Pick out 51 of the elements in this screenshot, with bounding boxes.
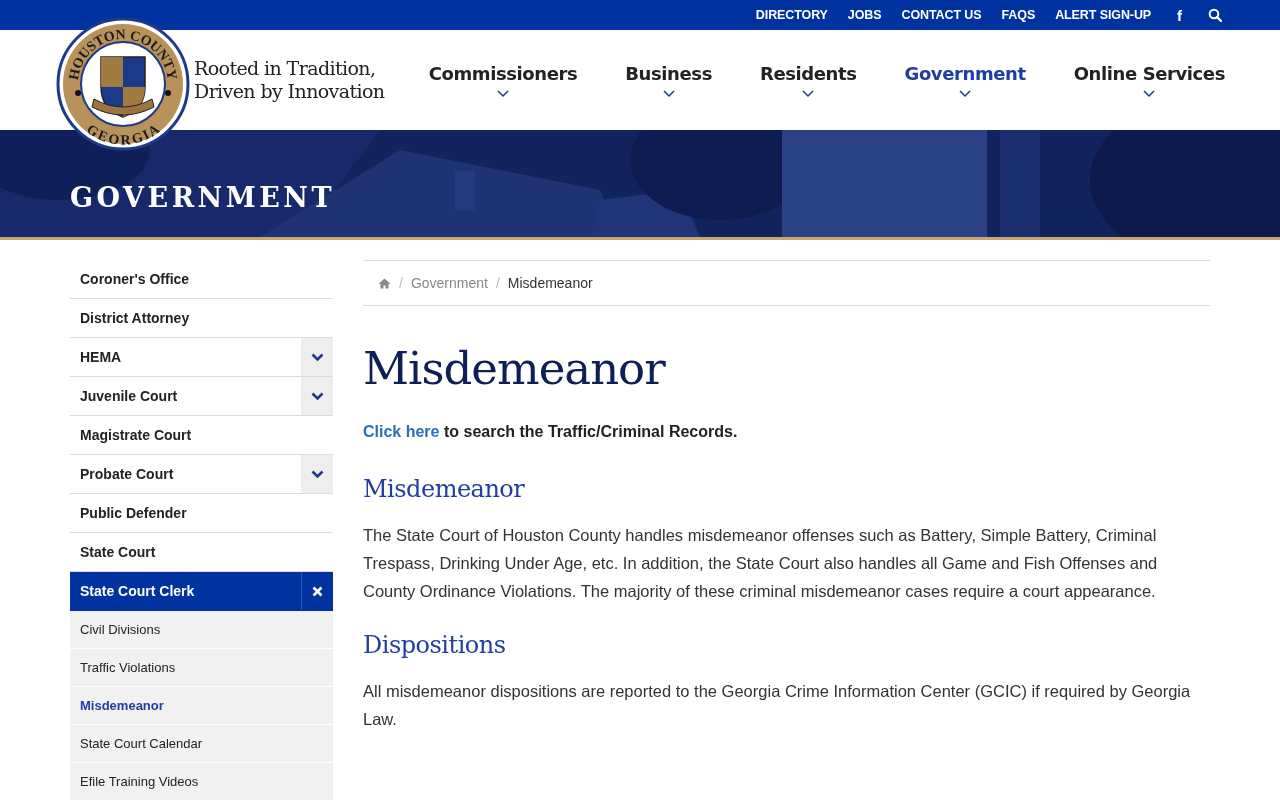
sidebar-item[interactable]: State Court xyxy=(70,533,333,571)
nav-item[interactable]: Commissioners xyxy=(428,62,578,98)
top-link[interactable]: FAQS xyxy=(1001,8,1036,22)
sidebar-item[interactable]: Coroner's Office xyxy=(70,260,333,298)
chevron-down-icon xyxy=(310,391,324,401)
expand-toggle[interactable] xyxy=(301,377,333,415)
home-icon[interactable] xyxy=(378,277,391,289)
nav-item[interactable]: Government xyxy=(904,62,1026,98)
top-link[interactable]: ALERT SIGN-UP xyxy=(1055,8,1152,22)
sidebar-subitem[interactable]: State Court Calendar xyxy=(70,725,333,763)
sidebar-subitem[interactable]: Efile Training Videos xyxy=(70,763,333,800)
breadcrumb-separator: / xyxy=(399,275,403,291)
expand-toggle[interactable] xyxy=(301,455,333,493)
section-text: All misdemeanor dispositions are reported to the Georgia Crime Information Center (GCIC) if required by Georgia Law. xyxy=(363,681,1192,730)
nav-item[interactable]: Residents xyxy=(759,62,857,98)
chevron-down-icon xyxy=(310,352,324,362)
breadcrumb-current: Misdemeanor xyxy=(507,275,593,291)
facebook-link[interactable]: f xyxy=(1177,6,1182,24)
section-text: The State Court of Houston County handles misdemeanor offenses such as Battery, Simple Battery, Criminal Trespass, Drinking Under Age, etc. In addition, the State Court also handles all Game and Fish Offenses and County Ordinance Violations. The majority of these criminal misdemeanor cases require a court appearance. xyxy=(363,525,1159,602)
section-heading: Misdemeanor xyxy=(363,475,526,503)
nav-item[interactable]: Business xyxy=(625,62,712,98)
sidebar-item[interactable]: HEMA xyxy=(70,338,301,376)
chevron-down-icon xyxy=(802,89,815,98)
nav-item[interactable]: Online Services xyxy=(1073,62,1225,98)
top-link[interactable]: DIRECTORY xyxy=(755,8,828,22)
intro-text: Click here to search the Traffic/Criminal Records. xyxy=(363,423,739,441)
sidebar-item[interactable]: Probate Court xyxy=(70,455,301,493)
section-heading: Dispositions xyxy=(363,631,507,659)
banner-title: GOVERNMENT xyxy=(70,182,335,213)
chevron-down-icon xyxy=(1143,89,1156,98)
sidebar-item[interactable]: District Attorney xyxy=(70,299,333,337)
chevron-down-icon xyxy=(959,89,972,98)
page-title: Misdemeanor xyxy=(363,342,667,395)
top-link[interactable]: JOBS xyxy=(847,8,882,22)
close-icon xyxy=(312,585,323,597)
breadcrumb-link[interactable]: Government xyxy=(410,275,488,291)
chevron-down-icon xyxy=(496,89,509,98)
sidebar-item[interactable]: Public Defender xyxy=(70,494,333,532)
expand-toggle[interactable] xyxy=(301,338,333,376)
chevron-down-icon xyxy=(310,469,324,479)
sidebar-item[interactable]: Juvenile Court xyxy=(70,377,301,415)
tagline: Rooted in Tradition, Driven by Innovation xyxy=(194,57,385,103)
chevron-down-icon xyxy=(662,89,675,98)
sidebar-item[interactable]: Magistrate Court xyxy=(70,416,333,454)
sidebar-subitem[interactable]: Misdemeanor xyxy=(70,687,333,725)
breadcrumb-separator: / xyxy=(495,275,500,291)
top-link[interactable]: CONTACT US xyxy=(901,8,982,22)
search-records-link[interactable]: Click here xyxy=(363,423,440,440)
sidebar-subitem[interactable]: Civil Divisions xyxy=(70,611,333,649)
sidebar-subitem[interactable]: Traffic Violations xyxy=(70,649,333,687)
search-icon[interactable] xyxy=(1208,8,1222,22)
